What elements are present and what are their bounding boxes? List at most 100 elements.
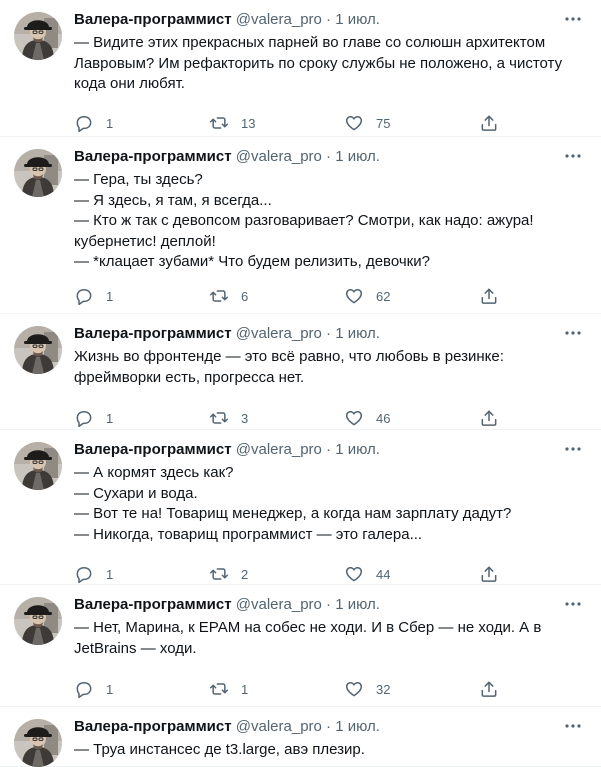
tweet-header: Валера-программист @valera_pro · 1 июл.	[74, 324, 587, 344]
retweet-button[interactable]: 3	[209, 408, 248, 428]
like-button[interactable]: 75	[344, 113, 390, 133]
tweet-text-line: Жизнь во фронтенде — это всё равно, что …	[74, 348, 504, 365]
retweet-count: 13	[241, 115, 256, 131]
reply-icon	[74, 408, 94, 428]
more-icon[interactable]	[561, 715, 585, 737]
avatar[interactable]	[14, 326, 62, 374]
tweet-actions: 1 3 46	[74, 408, 587, 428]
retweet-button[interactable]: 1	[209, 679, 248, 699]
retweet-icon	[209, 286, 229, 306]
retweet-button[interactable]: 2	[209, 564, 248, 584]
tweet-content: Валера-программист @valera_pro · 1 июл. —…	[74, 147, 587, 306]
author-handle[interactable]: @valera_pro	[236, 148, 322, 165]
tweet-content: Валера-программист @valera_pro · 1 июл. —…	[74, 440, 587, 584]
retweet-button[interactable]: 6	[209, 286, 248, 306]
tweet-text-line: JetBrains — ходи.	[74, 639, 197, 657]
tweet-text-line: — Сухари и вода.	[74, 484, 198, 502]
share-icon	[479, 679, 499, 699]
retweet-button[interactable]: 13	[209, 113, 255, 133]
tweet-header: Валера-программист @valera_pro · 1 июл.	[74, 717, 587, 737]
tweet-text-line: кода они любят.	[74, 75, 185, 92]
avatar[interactable]	[14, 719, 62, 767]
tweet-header: Валера-программист @valera_pro · 1 июл.	[74, 440, 587, 460]
like-button[interactable]: 62	[344, 286, 390, 306]
tweet-text-line: фреймворки есть, прогресса нет.	[74, 368, 305, 386]
like-button[interactable]: 32	[344, 679, 390, 699]
heart-icon	[344, 113, 364, 133]
tweet-text-line: — Никогда, товарищ программист — это гал…	[74, 525, 423, 543]
like-button[interactable]: 46	[344, 408, 390, 428]
author-handle[interactable]: @valera_pro	[236, 718, 322, 735]
tweet-text: — А кормят здесь как? — Сухари и вода. — В…	[74, 463, 587, 545]
more-icon[interactable]	[561, 8, 585, 30]
tweet-text-line: — Труа инстансес де t3.large, авэ плезир…	[74, 741, 365, 758]
author-name[interactable]: Валера-программист	[74, 596, 232, 613]
separator-dot: ·	[321, 596, 336, 613]
more-icon[interactable]	[561, 145, 585, 167]
share-button[interactable]	[479, 564, 499, 584]
tweet-text-line: — *клацает зубами* Что будем релизить, д…	[74, 253, 430, 270]
reply-button[interactable]: 1	[74, 679, 113, 699]
tweet-text-line: Лавровым? Им рефакторить по сроку службы…	[74, 54, 563, 72]
share-button[interactable]	[479, 679, 499, 699]
tweet-text-line: — Нет, Марина, к EPAM на собес не ходи. …	[74, 619, 542, 636]
share-button[interactable]	[479, 286, 499, 306]
share-button[interactable]	[479, 408, 499, 428]
author-handle[interactable]: @valera_pro	[236, 11, 322, 28]
tweet-date[interactable]: 1 июл.	[335, 718, 380, 735]
tweet-date[interactable]: 1 июл.	[335, 325, 380, 342]
reply-button[interactable]: 1	[74, 408, 113, 428]
more-icon[interactable]	[561, 322, 585, 344]
share-icon	[479, 113, 499, 133]
tweet-date[interactable]: 1 июл.	[335, 11, 380, 28]
like-count: 62	[376, 288, 391, 304]
heart-icon	[344, 286, 364, 306]
reply-count: 1	[106, 288, 114, 304]
reply-button[interactable]: 1	[74, 113, 113, 133]
retweet-count: 6	[241, 288, 249, 304]
reply-button[interactable]: 1	[74, 564, 113, 584]
tweet-text-line: — Кто ж так с девопсом разговаривает? См…	[74, 212, 534, 229]
share-button[interactable]	[479, 113, 499, 133]
tweet-text-line: — Вот те на! Товарищ менеджер, а когда н…	[74, 505, 512, 522]
avatar[interactable]	[14, 149, 62, 197]
heart-icon	[344, 564, 364, 584]
reply-count: 1	[106, 566, 114, 582]
separator-dot: ·	[321, 441, 336, 458]
tweet-text-line: кубернетис! деплой!	[74, 232, 216, 250]
share-icon	[479, 408, 499, 428]
author-name[interactable]: Валера-программист	[74, 325, 232, 342]
retweet-icon	[209, 408, 229, 428]
reply-button[interactable]: 1	[74, 286, 113, 306]
author-handle[interactable]: @valera_pro	[236, 596, 322, 613]
heart-icon	[344, 408, 364, 428]
tweet: Валера-программист @valera_pro · 1 июл. —…	[0, 137, 601, 314]
tweet-header: Валера-программист @valera_pro · 1 июл.	[74, 10, 587, 30]
author-handle[interactable]: @valera_pro	[236, 325, 322, 342]
tweet-content: Валера-программист @valera_pro · 1 июл. —…	[74, 717, 587, 761]
avatar[interactable]	[14, 12, 62, 60]
avatar[interactable]	[14, 442, 62, 490]
like-button[interactable]: 44	[344, 564, 390, 584]
separator-dot: ·	[321, 11, 336, 28]
tweet: Валера-программист @valera_pro · 1 июл. Ж…	[0, 314, 601, 430]
author-name[interactable]: Валера-программист	[74, 718, 232, 735]
tweet-date[interactable]: 1 июл.	[335, 148, 380, 165]
author-name[interactable]: Валера-программист	[74, 148, 232, 165]
more-icon[interactable]	[561, 438, 585, 460]
author-name[interactable]: Валера-программист	[74, 11, 232, 28]
tweet-date[interactable]: 1 июл.	[335, 441, 380, 458]
tweet: Валера-программист @valera_pro · 1 июл. —…	[0, 430, 601, 585]
retweet-count: 2	[241, 566, 249, 582]
tweet-header: Валера-программист @valera_pro · 1 июл.	[74, 147, 587, 167]
tweet-date[interactable]: 1 июл.	[335, 596, 380, 613]
reply-icon	[74, 564, 94, 584]
share-icon	[479, 286, 499, 306]
tweet-text-line: — Я здесь, я там, я всегда...	[74, 191, 272, 209]
author-name[interactable]: Валера-программист	[74, 441, 232, 458]
tweet-header: Валера-программист @valera_pro · 1 июл.	[74, 595, 587, 615]
reply-icon	[74, 679, 94, 699]
more-icon[interactable]	[561, 593, 585, 615]
avatar[interactable]	[14, 597, 62, 645]
author-handle[interactable]: @valera_pro	[236, 441, 322, 458]
